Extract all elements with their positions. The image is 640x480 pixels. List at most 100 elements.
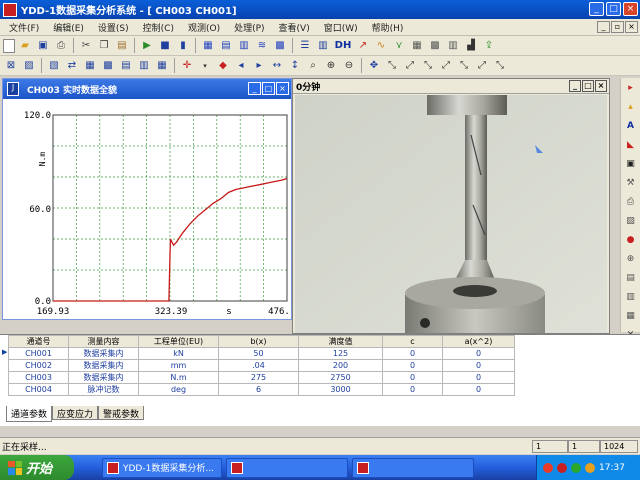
- export-icon[interactable]: ⇪: [481, 38, 497, 54]
- display-icon[interactable]: ▦: [200, 38, 216, 54]
- cell-content[interactable]: 数据采集内: [68, 347, 139, 360]
- menu-settings[interactable]: 设置(S): [91, 21, 136, 34]
- header-ax2[interactable]: a(x^2): [442, 335, 515, 348]
- start-button[interactable]: 开始: [0, 455, 74, 480]
- cell-bx[interactable]: .04: [218, 359, 299, 372]
- menu-observe[interactable]: 观测(O): [181, 21, 227, 34]
- zoom-out-icon[interactable]: ⊖: [341, 58, 357, 74]
- taskbar-item-3[interactable]: [352, 457, 474, 478]
- cursor-cross-icon[interactable]: ✛: [179, 58, 195, 74]
- cell-channel[interactable]: CH002: [8, 359, 69, 372]
- table-row[interactable]: CH001 数据采集内 kN 50 125 0 0: [8, 347, 515, 360]
- cell-c[interactable]: 0: [382, 347, 443, 360]
- trend-icon[interactable]: ↗: [355, 38, 371, 54]
- zoom-icon[interactable]: ⌕: [305, 58, 321, 74]
- cell-content[interactable]: 数据采集内: [68, 371, 139, 384]
- horizontal-bars-icon[interactable]: ☰: [297, 38, 313, 54]
- cell-ax2[interactable]: 0: [442, 371, 515, 384]
- cell-ax2[interactable]: 0: [442, 347, 515, 360]
- menu-file[interactable]: 文件(F): [2, 21, 46, 34]
- menu-edit[interactable]: 编辑(E): [46, 21, 91, 34]
- header-bx[interactable]: b(x): [218, 335, 299, 348]
- tab-strain-stress[interactable]: 应变应力: [52, 406, 99, 420]
- calc-icon[interactable]: ▤: [118, 58, 134, 74]
- paste-icon[interactable]: ▤: [114, 38, 130, 54]
- menu-process[interactable]: 处理(P): [227, 21, 271, 34]
- zoom-in-icon[interactable]: ⊕: [323, 58, 339, 74]
- cell-bx[interactable]: 6: [218, 383, 299, 396]
- cell-ax2[interactable]: 0: [442, 383, 515, 396]
- v-arrow-icon[interactable]: ▸: [624, 80, 638, 96]
- stop-icon[interactable]: ■: [157, 38, 173, 54]
- fft-icon[interactable]: ▦: [154, 58, 170, 74]
- maximize-button[interactable]: □: [606, 2, 621, 16]
- open-folder-icon[interactable]: ▰: [17, 38, 33, 54]
- header-content[interactable]: 测量内容: [68, 335, 139, 348]
- report-icon[interactable]: ▨: [21, 58, 37, 74]
- diagonal-1-icon[interactable]: ⤡: [384, 58, 400, 74]
- tray-volume-icon[interactable]: [585, 462, 595, 473]
- list-icon[interactable]: ▤: [218, 38, 234, 54]
- cell-bx[interactable]: 50: [218, 347, 299, 360]
- copy-icon[interactable]: ❐: [96, 38, 112, 54]
- v-print-icon[interactable]: ⎙: [624, 194, 638, 210]
- bar-chart-icon[interactable]: ▟: [463, 38, 479, 54]
- v-record-icon[interactable]: ●: [624, 232, 638, 248]
- overlay-icon[interactable]: ▩: [100, 58, 116, 74]
- cell-full-scale[interactable]: 3000: [298, 383, 383, 396]
- header-unit[interactable]: 工程单位(EU): [138, 335, 219, 348]
- diagonal-2-icon[interactable]: ⤢: [402, 58, 418, 74]
- chart-close-button[interactable]: ×: [276, 82, 289, 95]
- v-paint-icon[interactable]: ◣: [624, 137, 638, 153]
- minimize-button[interactable]: _: [589, 2, 604, 16]
- mdi-close-button[interactable]: ×: [625, 21, 638, 33]
- matrix-icon[interactable]: ▩: [427, 38, 443, 54]
- cell-channel[interactable]: CH003: [8, 371, 69, 384]
- chart-minimize-button[interactable]: _: [248, 82, 261, 95]
- cell-unit[interactable]: kN: [138, 347, 219, 360]
- columns-icon[interactable]: ▥: [445, 38, 461, 54]
- close-button[interactable]: ×: [623, 2, 638, 16]
- scale-icon[interactable]: ▦: [82, 58, 98, 74]
- grid-icon[interactable]: ▥: [236, 38, 252, 54]
- cell-unit[interactable]: mm: [138, 359, 219, 372]
- play-icon[interactable]: ▶: [139, 38, 155, 54]
- v-save-icon[interactable]: ▣: [624, 156, 638, 172]
- cell-c[interactable]: 0: [382, 371, 443, 384]
- v-gallery-icon[interactable]: ▦: [624, 308, 638, 324]
- v-target-icon[interactable]: ⊕: [624, 251, 638, 267]
- cell-c[interactable]: 0: [382, 383, 443, 396]
- marker-icon[interactable]: ◆: [215, 58, 231, 74]
- video-minimize-button[interactable]: _: [569, 80, 581, 92]
- cut-icon[interactable]: ✂: [78, 38, 94, 54]
- cell-unit[interactable]: deg: [138, 383, 219, 396]
- diagonal-7-icon[interactable]: ⤡: [492, 58, 508, 74]
- v-text-icon[interactable]: A: [624, 118, 638, 134]
- wave-icon[interactable]: ≋: [254, 38, 270, 54]
- diagonal-6-icon[interactable]: ⤢: [474, 58, 490, 74]
- chart-plot[interactable]: N.m s 0.0 60.0 120.0 169.93 323.39 476.: [3, 99, 291, 319]
- table-row[interactable]: CH002 数据采集内 mm .04 200 0 0: [8, 359, 515, 372]
- chart-maximize-button[interactable]: □: [262, 82, 275, 95]
- cell-content[interactable]: 数据采集内: [68, 359, 139, 372]
- cell-unit[interactable]: N.m: [138, 371, 219, 384]
- v-tool-icon[interactable]: ⚒: [624, 175, 638, 191]
- mdi-minimize-button[interactable]: _: [597, 21, 610, 33]
- tray-alert-icon[interactable]: [557, 462, 567, 473]
- video-maximize-button[interactable]: □: [582, 80, 594, 92]
- grid-view-icon[interactable]: ▦: [409, 38, 425, 54]
- move-left-icon[interactable]: ◂: [233, 58, 249, 74]
- align-icon[interactable]: ⇄: [64, 58, 80, 74]
- taskbar-item-ydd[interactable]: YDD-1数据采集分析...: [102, 457, 222, 478]
- table-icon[interactable]: ▩: [272, 38, 288, 54]
- v-film-icon[interactable]: ▥: [624, 289, 638, 305]
- v-marker-icon[interactable]: ▴: [624, 99, 638, 115]
- stats-icon[interactable]: ▥: [136, 58, 152, 74]
- cell-full-scale[interactable]: 125: [298, 347, 383, 360]
- cell-bx[interactable]: 275: [218, 371, 299, 384]
- move-right-icon[interactable]: ▸: [251, 58, 267, 74]
- table-row[interactable]: CH004 脉冲记数 deg 6 3000 0 0: [8, 383, 515, 396]
- save-icon[interactable]: ▣: [35, 38, 51, 54]
- menu-view[interactable]: 查看(V): [272, 21, 317, 34]
- header-c[interactable]: c: [382, 335, 443, 348]
